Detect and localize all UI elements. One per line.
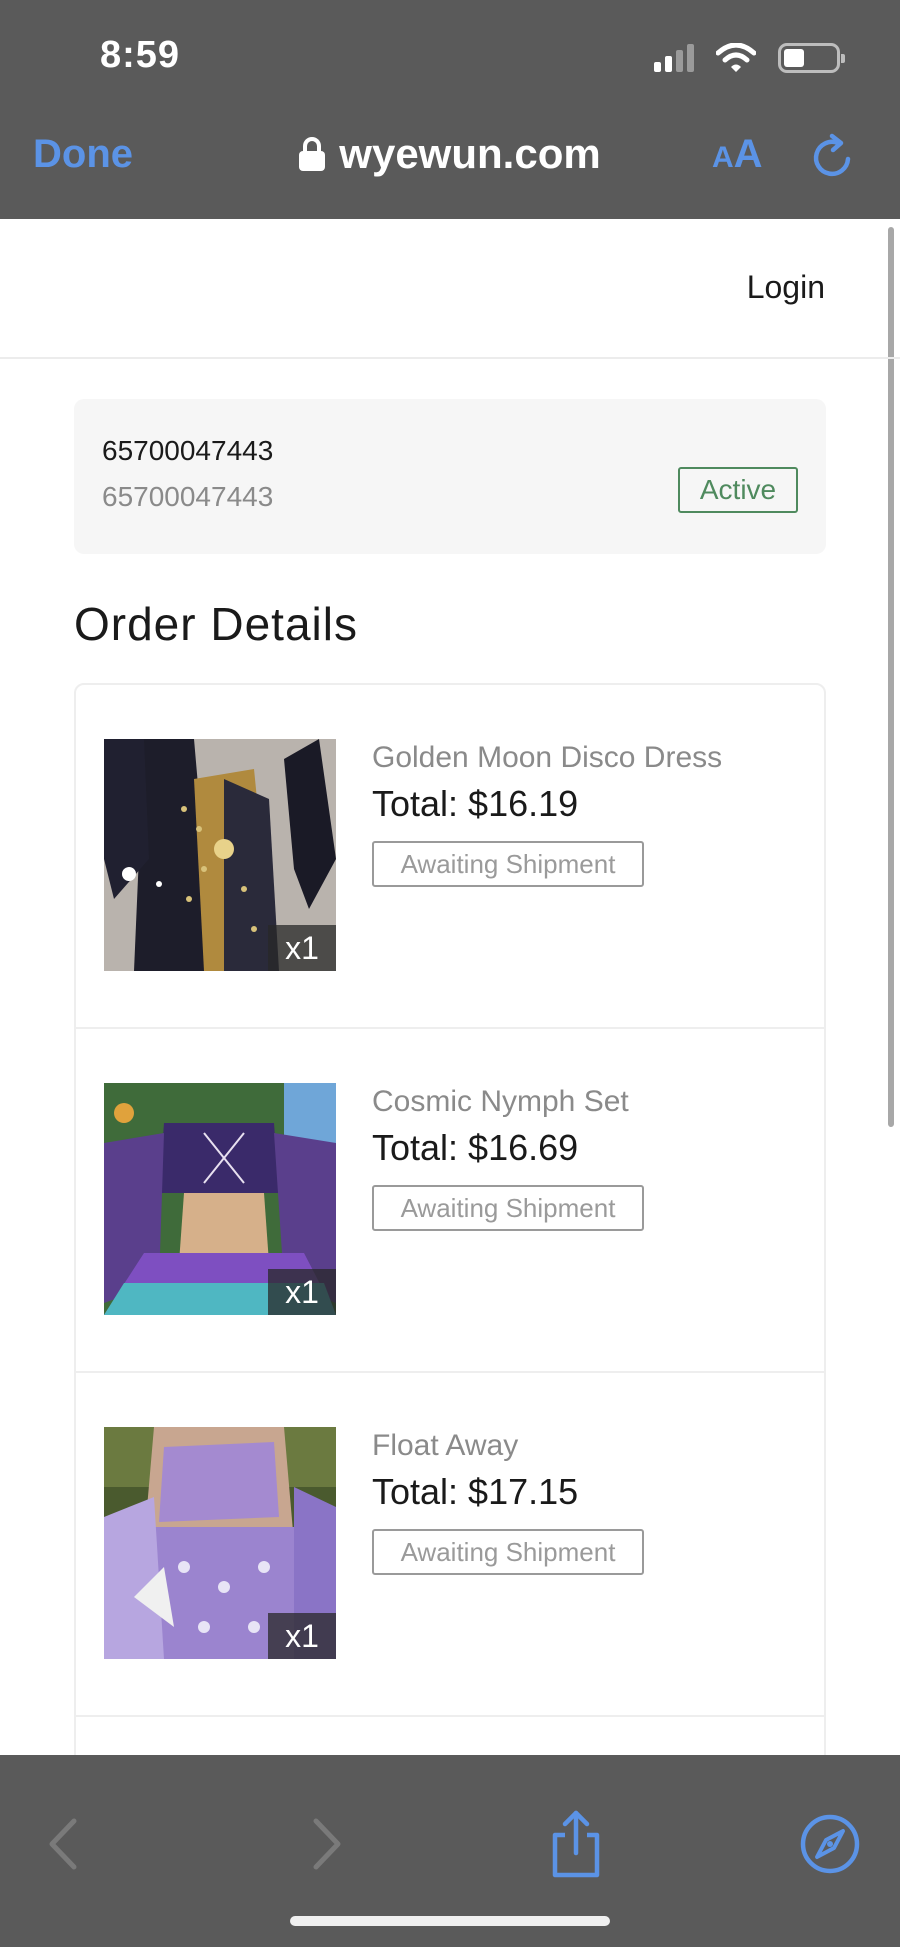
site-header: Login	[0, 219, 900, 359]
product-image[interactable]: x1	[104, 1427, 336, 1659]
wifi-icon	[716, 43, 756, 72]
text-size-button[interactable]: AA	[712, 132, 763, 177]
battery-icon	[778, 43, 845, 73]
order-items-list: x1 Golden Moon Disco Dress Total: $16.19…	[74, 683, 826, 1755]
list-item[interactable]: x1 Float Away Total: $17.15 Awaiting Shi…	[76, 1373, 824, 1717]
browser-nav-bar: Done wyewun.com AA	[0, 110, 900, 219]
list-item[interactable]: x1 Cosmic Nymph Set Total: $16.69 Awaiti…	[76, 1029, 824, 1373]
order-sub-id: 65700047443	[102, 481, 274, 512]
item-status-badge: Awaiting Shipment	[372, 1185, 644, 1231]
home-indicator[interactable]	[290, 1916, 610, 1926]
item-name[interactable]: Golden Moon Disco Dress	[372, 741, 722, 775]
status-time: 8:59	[100, 34, 181, 76]
compass-icon[interactable]	[795, 1809, 865, 1879]
product-image[interactable]: x1	[104, 1083, 336, 1315]
signal-icon	[654, 44, 694, 72]
reload-icon[interactable]	[808, 132, 858, 182]
item-quantity: x1	[268, 1613, 336, 1659]
order-summary-card: 65700047443 65700047443 Active	[74, 399, 826, 554]
page-title: Order Details	[74, 598, 358, 650]
item-name[interactable]: Cosmic Nymph Set	[372, 1085, 629, 1119]
status-badge: Active	[678, 467, 798, 513]
chevron-left-icon[interactable]	[30, 1809, 100, 1879]
item-total: Total: $16.19	[372, 783, 579, 824]
url-text: wyewun.com	[339, 130, 601, 177]
scrollbar[interactable]	[888, 227, 894, 1127]
item-quantity: x1	[268, 1269, 336, 1315]
list-item[interactable]: x1 Golden Moon Disco Dress Total: $16.19…	[76, 685, 824, 1029]
status-icons	[654, 42, 845, 74]
url-bar[interactable]: wyewun.com	[0, 130, 900, 178]
item-total: Total: $17.15	[372, 1471, 579, 1512]
share-icon[interactable]	[541, 1809, 611, 1879]
item-name[interactable]: Float Away	[372, 1429, 518, 1463]
item-quantity: x1	[268, 925, 336, 971]
web-page: Login 65700047443 65700047443 Active Ord…	[0, 219, 900, 1755]
login-link[interactable]: Login	[747, 269, 825, 306]
order-id: 65700047443	[102, 435, 274, 466]
item-status-badge: Awaiting Shipment	[372, 841, 644, 887]
product-image[interactable]: x1	[104, 739, 336, 971]
lock-icon	[299, 137, 326, 171]
item-total: Total: $16.69	[372, 1127, 579, 1168]
chevron-right-icon[interactable]	[290, 1809, 360, 1879]
status-bar: 8:59	[0, 0, 900, 110]
item-status-badge: Awaiting Shipment	[372, 1529, 644, 1575]
